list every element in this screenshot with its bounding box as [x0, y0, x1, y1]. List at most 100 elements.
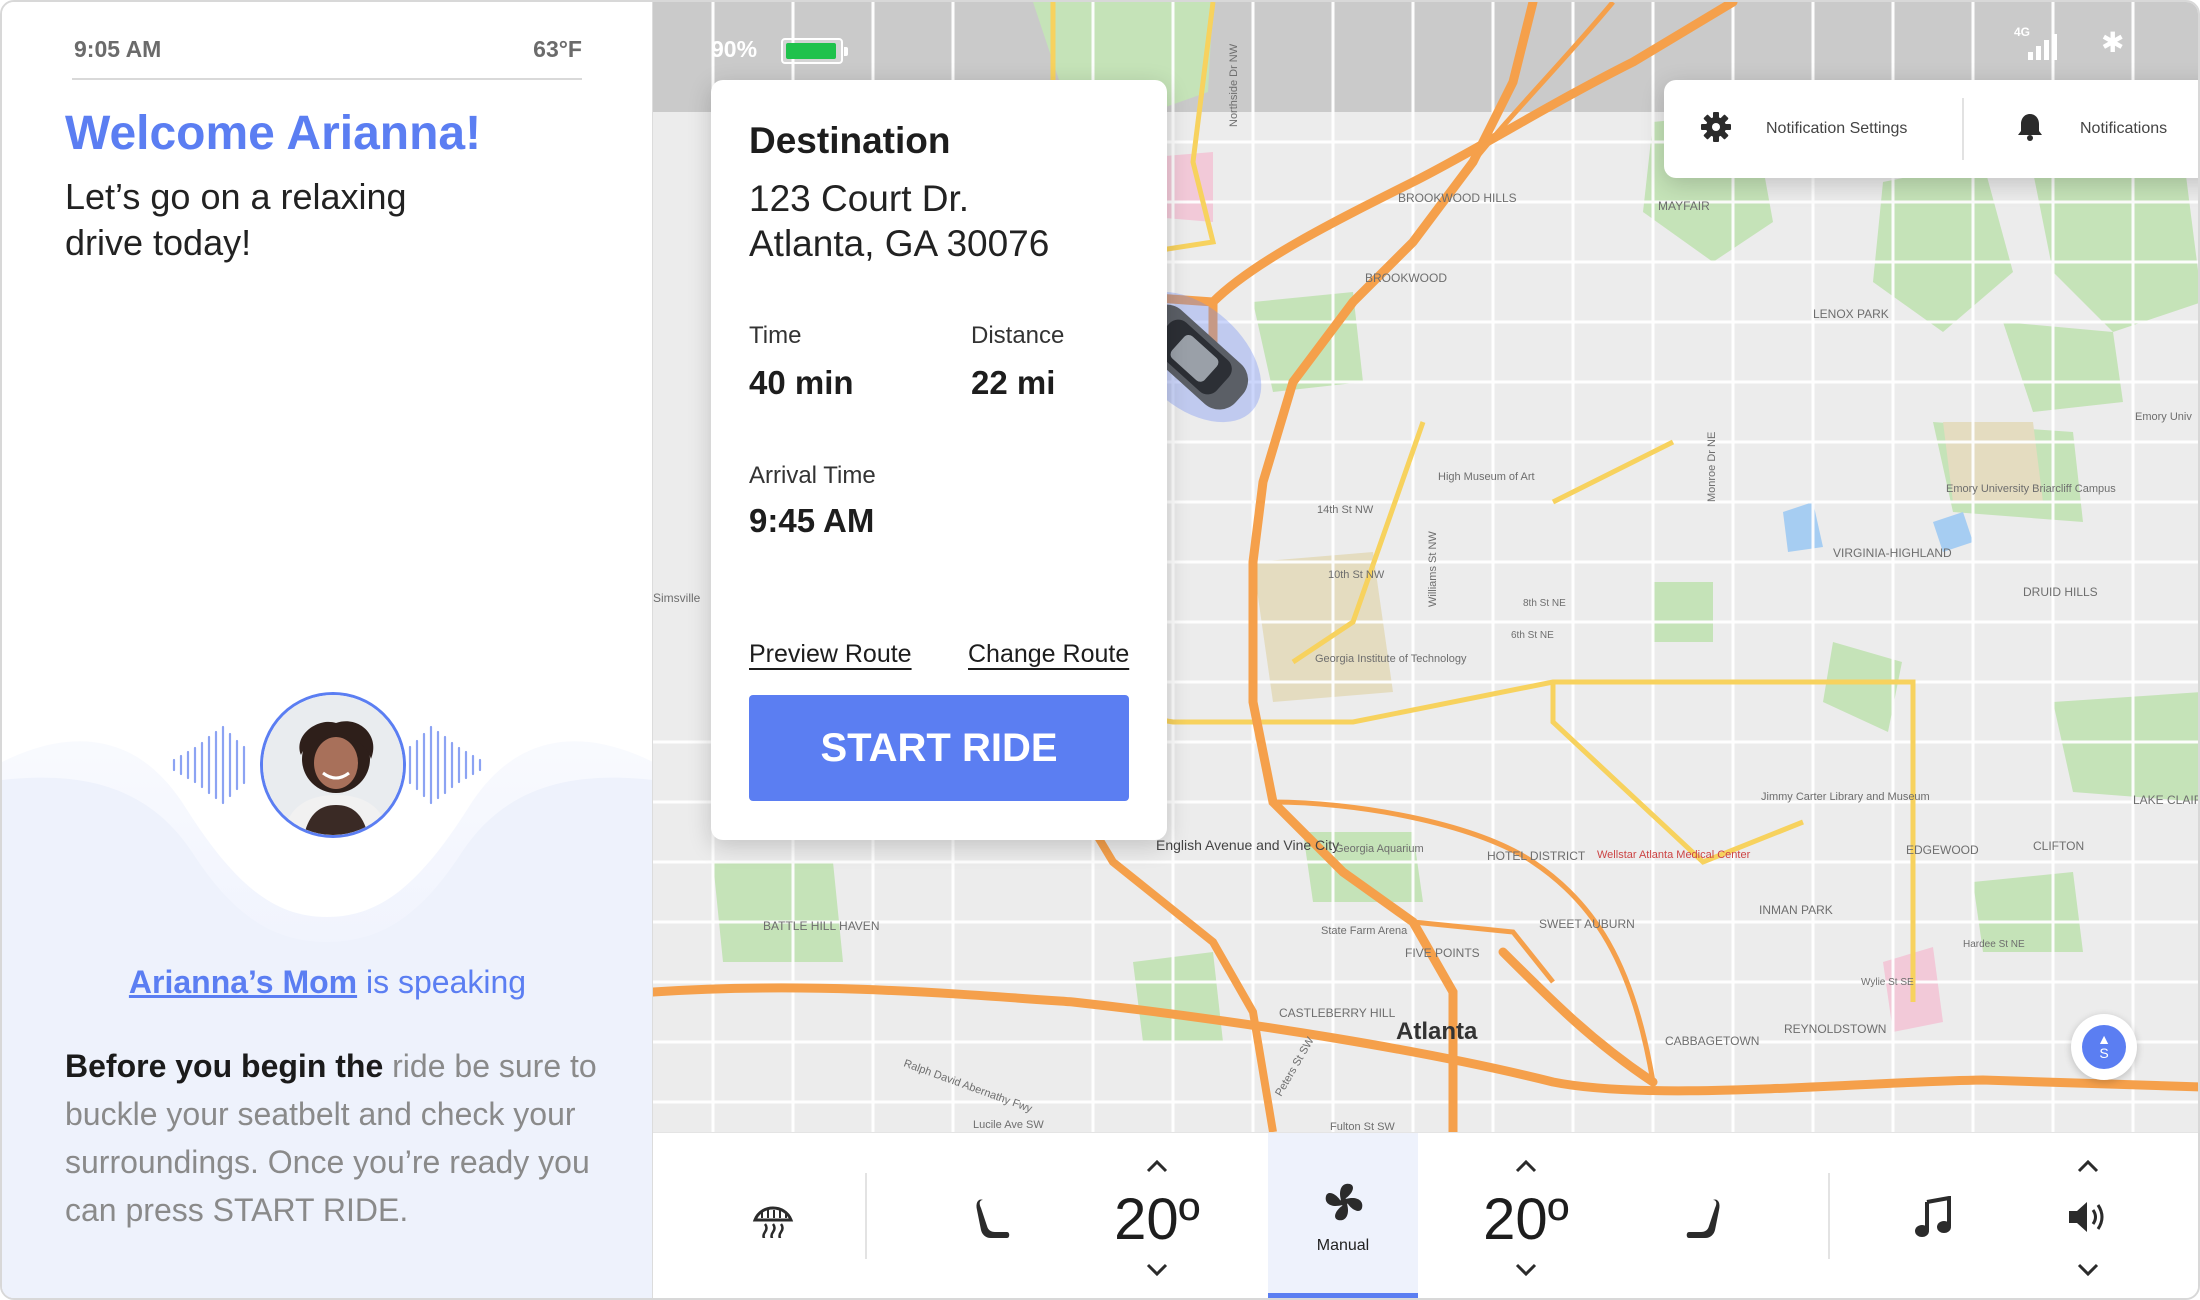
- clock: 9:05 AM: [74, 36, 162, 62]
- arrival-value: 9:45 AM: [749, 502, 875, 539]
- music-button[interactable]: [1893, 1133, 1973, 1298]
- caller-photo: [263, 695, 403, 835]
- speaker-icon: [2069, 1202, 2104, 1232]
- distance-label: Distance: [971, 322, 1065, 349]
- map-label-clifton: CLIFTON: [2033, 839, 2084, 853]
- map-label-monroe: Monroe Dr NE: [1706, 432, 1718, 502]
- speaking-suffix: is speaking: [357, 964, 527, 1000]
- status-bar: 9:05 AM 63°F: [72, 36, 582, 80]
- bell-icon: [2014, 111, 2046, 148]
- compass-icon: ▲ S: [2082, 1025, 2126, 1069]
- climate-control-bar: 20º Manual 20º: [653, 1132, 2198, 1298]
- driver-temp-down-button[interactable]: [1142, 1259, 1172, 1279]
- driver-temp-up-button[interactable]: [1142, 1157, 1172, 1177]
- instructions-text: Before you begin the ride be sure to buc…: [65, 1042, 605, 1234]
- map-label-10th-st: 10th St NW: [1328, 569, 1385, 581]
- map-label-edgewood: EDGEWOOD: [1906, 843, 1979, 857]
- fan-mode-button[interactable]: Manual: [1268, 1133, 1418, 1298]
- address-line-2: Atlanta, GA 30076: [749, 223, 1050, 264]
- map-label-wylie-st: Wylie St SE: [1861, 977, 1914, 988]
- distance-value: 22 mi: [971, 364, 1056, 401]
- passenger-temperature: 20º: [1451, 1133, 1601, 1298]
- speaking-status: Arianna’s Mom is speaking: [2, 964, 652, 1001]
- map-label-castleberry: CASTLEBERRY HILL: [1279, 1006, 1396, 1020]
- time-value: 40 min: [749, 364, 854, 401]
- volume-down-button[interactable]: [2073, 1259, 2103, 1279]
- instructions-lead: Before you begin the: [65, 1048, 384, 1084]
- map-label-georgia-aquarium: Georgia Aquarium: [1335, 843, 1424, 855]
- battery-percent: 90%: [711, 36, 758, 62]
- time-label: Time: [749, 322, 802, 349]
- defrost-button[interactable]: [733, 1133, 813, 1298]
- caller-name-link[interactable]: Arianna’s Mom: [129, 964, 357, 1000]
- arrival-label: Arrival Time: [749, 462, 876, 489]
- divider: [865, 1173, 867, 1259]
- map-label-simsville: Simsville: [653, 591, 701, 605]
- map-label-lucile-ave: Lucile Ave SW: [973, 1119, 1044, 1131]
- map-label-williams: Williams St NW: [1427, 531, 1439, 607]
- map-label-emory-univ: Emory Univ: [2135, 411, 2192, 423]
- map-label-northside: Northside Dr NW: [1228, 43, 1240, 127]
- driver-temperature: 20º: [1082, 1133, 1232, 1298]
- preview-route-link[interactable]: Preview Route: [749, 640, 912, 669]
- map-label-lake-claire: LAKE CLAIRE: [2133, 793, 2200, 807]
- map-label-hardee-st: Hardee St NE: [1963, 939, 2025, 950]
- map-label-brookwood: BROOKWOOD: [1365, 271, 1447, 285]
- map-label-mayfair: MAYFAIR: [1658, 199, 1710, 213]
- car-dashboard: 9:05 AM 63°F Welcome Arianna! Let’s go o…: [0, 0, 2200, 1300]
- map-label-state-farm: State Farm Arena: [1321, 925, 1408, 937]
- map-label-lenox-park: LENOX PARK: [1813, 307, 1889, 321]
- outside-temperature: 63°F: [533, 36, 582, 62]
- map-label-8th-st: 8th St NE: [1523, 598, 1566, 609]
- network-type: 4G: [2014, 25, 2030, 39]
- notifications-label: Notifications: [2080, 120, 2168, 137]
- map-label-inman-park: INMAN PARK: [1759, 903, 1833, 917]
- destination-card: Destination 123 Court Dr. Atlanta, GA 30…: [711, 80, 1167, 840]
- welcome-title: Welcome Arianna!: [65, 107, 482, 160]
- map-label-atlanta: Atlanta: [1396, 1018, 1478, 1045]
- destination-address: 123 Court Dr. Atlanta, GA 30076: [749, 176, 1049, 266]
- map-label-virginia-highland: VIRGINIA-HIGHLAND: [1833, 546, 1952, 560]
- map-label-brookwood-hills: BROOKWOOD HILLS: [1398, 191, 1517, 205]
- passenger-temp-up-button[interactable]: [1511, 1157, 1541, 1177]
- caller-avatar: [260, 692, 406, 838]
- notification-settings-button[interactable]: Notification Settings: [1700, 80, 1907, 178]
- driver-seat-heat-button[interactable]: [953, 1133, 1033, 1298]
- passenger-seat-heat-button[interactable]: [1663, 1133, 1743, 1298]
- welcome-subtitle: Let’s go on a relaxing drive today!: [65, 176, 407, 263]
- volume-up-button[interactable]: [2073, 1157, 2103, 1177]
- map-label-wellstar: Wellstar Atlanta Medical Center: [1597, 849, 1751, 861]
- start-ride-button[interactable]: START RIDE: [749, 695, 1129, 801]
- notification-bar: Notification Settings Notifications: [1664, 80, 2198, 178]
- map-label-14th-st: 14th St NW: [1317, 504, 1374, 516]
- map-label-emory: Emory University Briarcliff Campus: [1946, 483, 2116, 495]
- map-label-battle-hill: BATTLE HILL HAVEN: [763, 919, 879, 933]
- address-line-1: 123 Court Dr.: [749, 178, 970, 219]
- signal-icon: 4G: [2014, 24, 2074, 64]
- fan-icon: [1325, 1183, 1363, 1221]
- map-label-high-museum: High Museum of Art: [1438, 471, 1535, 483]
- volume-control: [2013, 1133, 2163, 1298]
- navigation-map[interactable]: Atlanta BROOKWOOD BROOKWOOD HILLS MAYFAI…: [653, 2, 2200, 1132]
- map-label-cabbagetown: CABBAGETOWN: [1665, 1034, 1759, 1048]
- notifications-button[interactable]: Notifications: [2014, 80, 2167, 178]
- map-label-6th-st: 6th St NE: [1511, 630, 1554, 641]
- passenger-temp-down-button[interactable]: [1511, 1259, 1541, 1279]
- voice-call-area: Arianna’s Mom is speaking Before you beg…: [2, 652, 652, 1298]
- battery-icon: [781, 38, 848, 64]
- fan-mode-label: Manual: [1316, 1237, 1370, 1254]
- defrost-icon: [752, 1206, 794, 1238]
- gear-icon: [1700, 111, 1732, 148]
- fan-active-indicator: [1268, 1293, 1418, 1298]
- bluetooth-icon[interactable]: ✱: [2101, 26, 2124, 59]
- music-note-icon: [1915, 1196, 1951, 1237]
- change-route-link[interactable]: Change Route: [968, 640, 1129, 669]
- map-label-english-avenue: English Avenue and Vine City: [1156, 837, 1339, 853]
- notification-settings-label: Notification Settings: [1766, 120, 1908, 137]
- seat-icon: [976, 1199, 1010, 1238]
- divider: [1828, 1173, 1830, 1259]
- map-label-druid-hills: DRUID HILLS: [2023, 585, 2098, 599]
- map-label-georgia-tech: Georgia Institute of Technology: [1315, 653, 1467, 665]
- compass-button[interactable]: ▲ S: [2071, 1014, 2137, 1080]
- driver-temp-value: 20º: [1114, 1187, 1200, 1252]
